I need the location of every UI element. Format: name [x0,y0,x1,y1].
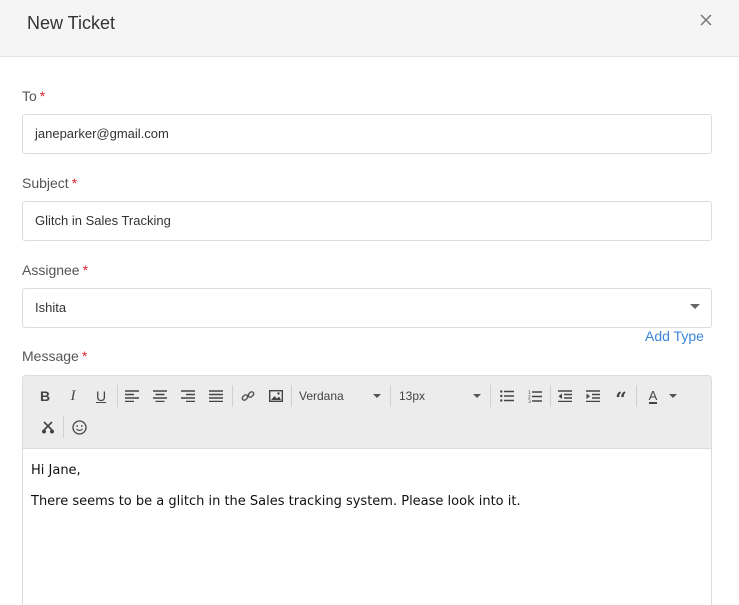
chevron-down-icon [690,304,700,309]
chevron-down-icon [473,394,481,398]
toolbar-divider [550,385,551,407]
emoji-icon[interactable] [68,416,90,438]
to-field[interactable]: janeparker@gmail.com [22,114,712,154]
required-marker: * [39,88,46,104]
chevron-down-icon [669,394,677,398]
subject-label-text: Subject [22,175,69,191]
to-label-text: To [22,88,37,104]
subject-label: Subject * [22,175,77,191]
toolbar-divider [390,385,391,407]
numbered-list-icon[interactable]: 123 [524,385,546,407]
message-line: There seems to be a glitch in the Sales … [31,494,521,509]
font-size-select[interactable]: 13px [399,385,483,407]
image-icon[interactable] [265,385,287,407]
editor-toolbar: B I U Verdana 13px 123 “ A [23,376,711,449]
svg-text:3: 3 [528,399,531,403]
bullet-list-icon[interactable] [496,385,518,407]
font-family-select[interactable]: Verdana [299,385,383,407]
to-field-value: janeparker@gmail.com [35,126,169,141]
toolbar-divider [232,385,233,407]
assignee-label: Assignee * [22,262,88,278]
align-right-icon[interactable] [177,385,199,407]
blockquote-icon[interactable]: “ [610,385,632,410]
underline-icon[interactable]: U [90,385,112,407]
font-color-dropdown[interactable] [667,385,679,407]
message-label: Message * [22,348,87,364]
assignee-select-value: Ishita [35,300,67,315]
message-label-text: Message [22,348,79,364]
required-marker: * [81,348,88,364]
subject-field[interactable]: Glitch in Sales Tracking [22,201,712,241]
italic-icon[interactable]: I [62,385,84,407]
align-justify-icon[interactable] [205,385,227,407]
message-line: Hi Jane, [31,463,81,478]
assignee-select[interactable]: Ishita [22,288,712,328]
toolbar-divider [636,385,637,407]
dialog-header: New Ticket [0,0,739,57]
link-icon[interactable] [237,385,259,407]
add-type-link[interactable]: Add Type [645,328,704,344]
indent-icon[interactable] [582,385,604,407]
align-left-icon[interactable] [121,385,143,407]
chevron-down-icon [373,394,381,398]
toolbar-divider [117,385,118,407]
bold-icon[interactable]: B [34,385,56,407]
required-marker: * [71,175,78,191]
font-size-value: 13px [399,389,426,403]
toolbar-divider [490,385,491,407]
message-editor: B I U Verdana 13px 123 “ A Hi Jane, Ther… [22,375,712,605]
to-label: To * [22,88,45,104]
close-icon[interactable] [698,12,714,28]
subject-field-value: Glitch in Sales Tracking [35,213,171,228]
font-family-value: Verdana [299,389,344,403]
align-center-icon[interactable] [149,385,171,407]
assignee-label-text: Assignee [22,262,80,278]
cut-icon[interactable] [37,416,59,438]
message-body[interactable]: Hi Jane, There seems to be a glitch in t… [23,449,711,605]
outdent-icon[interactable] [554,385,576,407]
toolbar-divider [63,416,64,438]
toolbar-divider [291,385,292,407]
required-marker: * [82,262,89,278]
font-color-icon[interactable]: A [642,385,664,407]
dialog-title: New Ticket [27,13,116,33]
